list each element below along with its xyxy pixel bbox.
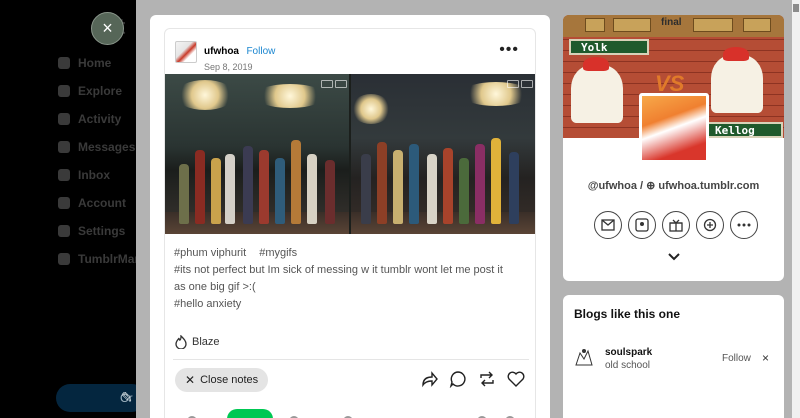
gif-badge-icon [507, 80, 519, 88]
compass-icon [58, 85, 70, 97]
sidebar-item-inbox[interactable]: Inbox [58, 168, 110, 182]
post-date: Sep 8, 2019 [204, 62, 253, 72]
divider [173, 359, 529, 360]
gif-frame-right [351, 74, 535, 234]
flame-icon [175, 335, 187, 349]
notes-tab-bar [165, 409, 535, 418]
chevron-down-icon[interactable] [667, 251, 681, 263]
share-icon[interactable] [420, 370, 438, 388]
tag-link[interactable]: #phum viphurit [174, 247, 246, 259]
follow-button[interactable]: Follow [722, 353, 751, 364]
reblog-icon[interactable] [478, 370, 496, 388]
ask-icon[interactable] [628, 211, 656, 239]
reply-icon[interactable] [449, 370, 467, 388]
rooster-illustration [711, 47, 763, 113]
list-item[interactable]: soulspark old school Follow × [572, 345, 777, 371]
post-actions [420, 370, 525, 388]
sidebar-item-home[interactable]: Home [58, 56, 111, 70]
gif-badge-icon [521, 80, 533, 88]
similar-blog-name[interactable]: soulspark [605, 347, 652, 358]
mail-icon[interactable] [594, 211, 622, 239]
sidebar-item-account[interactable]: Account [58, 196, 126, 210]
blog-info-card: final Yolk Kellog VS @ufwhoa / ⊕ ufwhoa.… [563, 15, 784, 281]
post-card: ufwhoa Follow Sep 8, 2019 ••• #phum viph… [164, 28, 536, 418]
rooster-illustration [571, 57, 623, 123]
more-icon[interactable] [730, 211, 758, 239]
like-heart-icon[interactable] [507, 370, 525, 388]
sidebar-item-messages[interactable]: Messages [58, 140, 135, 154]
similar-blog-description: old school [605, 360, 651, 371]
dismiss-icon[interactable]: × [762, 351, 769, 365]
avatar[interactable] [572, 345, 596, 369]
chat-plus-icon[interactable] [696, 211, 724, 239]
close-modal-button[interactable]: × [91, 12, 124, 45]
inbox-icon [58, 169, 70, 181]
tag-link[interactable]: #hello anxiety [174, 296, 534, 313]
sidebar-item-tumblrmart[interactable]: TumblrMart [58, 252, 143, 266]
shop-icon [58, 253, 70, 265]
post-media-gif[interactable] [165, 74, 535, 234]
follow-button[interactable]: Follow [246, 46, 275, 57]
post-header: ufwhoa Follow Sep 8, 2019 [175, 41, 275, 72]
home-icon [58, 57, 70, 69]
avatar[interactable] [175, 41, 197, 63]
similar-blogs-card: Blogs like this one soulspark old school… [563, 295, 784, 418]
banner-nameplate: Yolk [569, 39, 649, 55]
similar-blogs-title: Blogs like this one [574, 307, 681, 321]
reblog-tab-active[interactable] [227, 409, 273, 418]
sidebar-item-activity[interactable]: Activity [58, 112, 121, 126]
banner-nameplate: Kellog [703, 122, 783, 138]
gif-badge-icon [335, 80, 347, 88]
blaze-button[interactable]: Blaze [175, 335, 220, 349]
close-notes-button[interactable]: ✕ Close notes [175, 368, 269, 392]
post-username[interactable]: ufwhoa [204, 46, 239, 57]
sidebar-item-explore[interactable]: Explore [58, 84, 122, 98]
blog-action-icons [594, 211, 758, 239]
lightning-icon [58, 113, 70, 125]
scrollbar-thumb[interactable] [793, 4, 799, 12]
tag-link[interactable]: #mygifs [259, 247, 297, 259]
close-icon: ✕ [185, 373, 196, 387]
chat-icon [58, 141, 70, 153]
scrollbar[interactable] [792, 0, 800, 418]
blog-avatar[interactable] [639, 93, 709, 163]
background-sidebar: t Home Explore Activity Messages Inbox A… [0, 0, 146, 418]
sidebar-item-settings[interactable]: Settings [58, 224, 125, 238]
tag-link-continued: as one big gif >:( [174, 281, 256, 293]
tag-link[interactable]: #its not perfect but Im sick of messing … [174, 262, 534, 279]
gif-frame-left [165, 74, 349, 234]
close-icon: × [102, 18, 113, 38]
banner-text: final [661, 17, 682, 28]
blog-handle: @ufwhoa / ⊕ ufwhoa.tumblr.com [587, 180, 760, 192]
pencil-icon: ✎ [121, 389, 133, 405]
post-tags: #phum viphurit #mygifs #its not perfect … [174, 245, 534, 313]
gear-icon [58, 225, 70, 237]
person-icon [58, 197, 70, 209]
gift-icon[interactable] [662, 211, 690, 239]
gif-badge-icon [321, 80, 333, 88]
more-options-icon[interactable]: ••• [499, 41, 519, 59]
create-button[interactable]: ✎ Cr [56, 384, 146, 412]
globe-icon: ⊕ [646, 180, 659, 192]
